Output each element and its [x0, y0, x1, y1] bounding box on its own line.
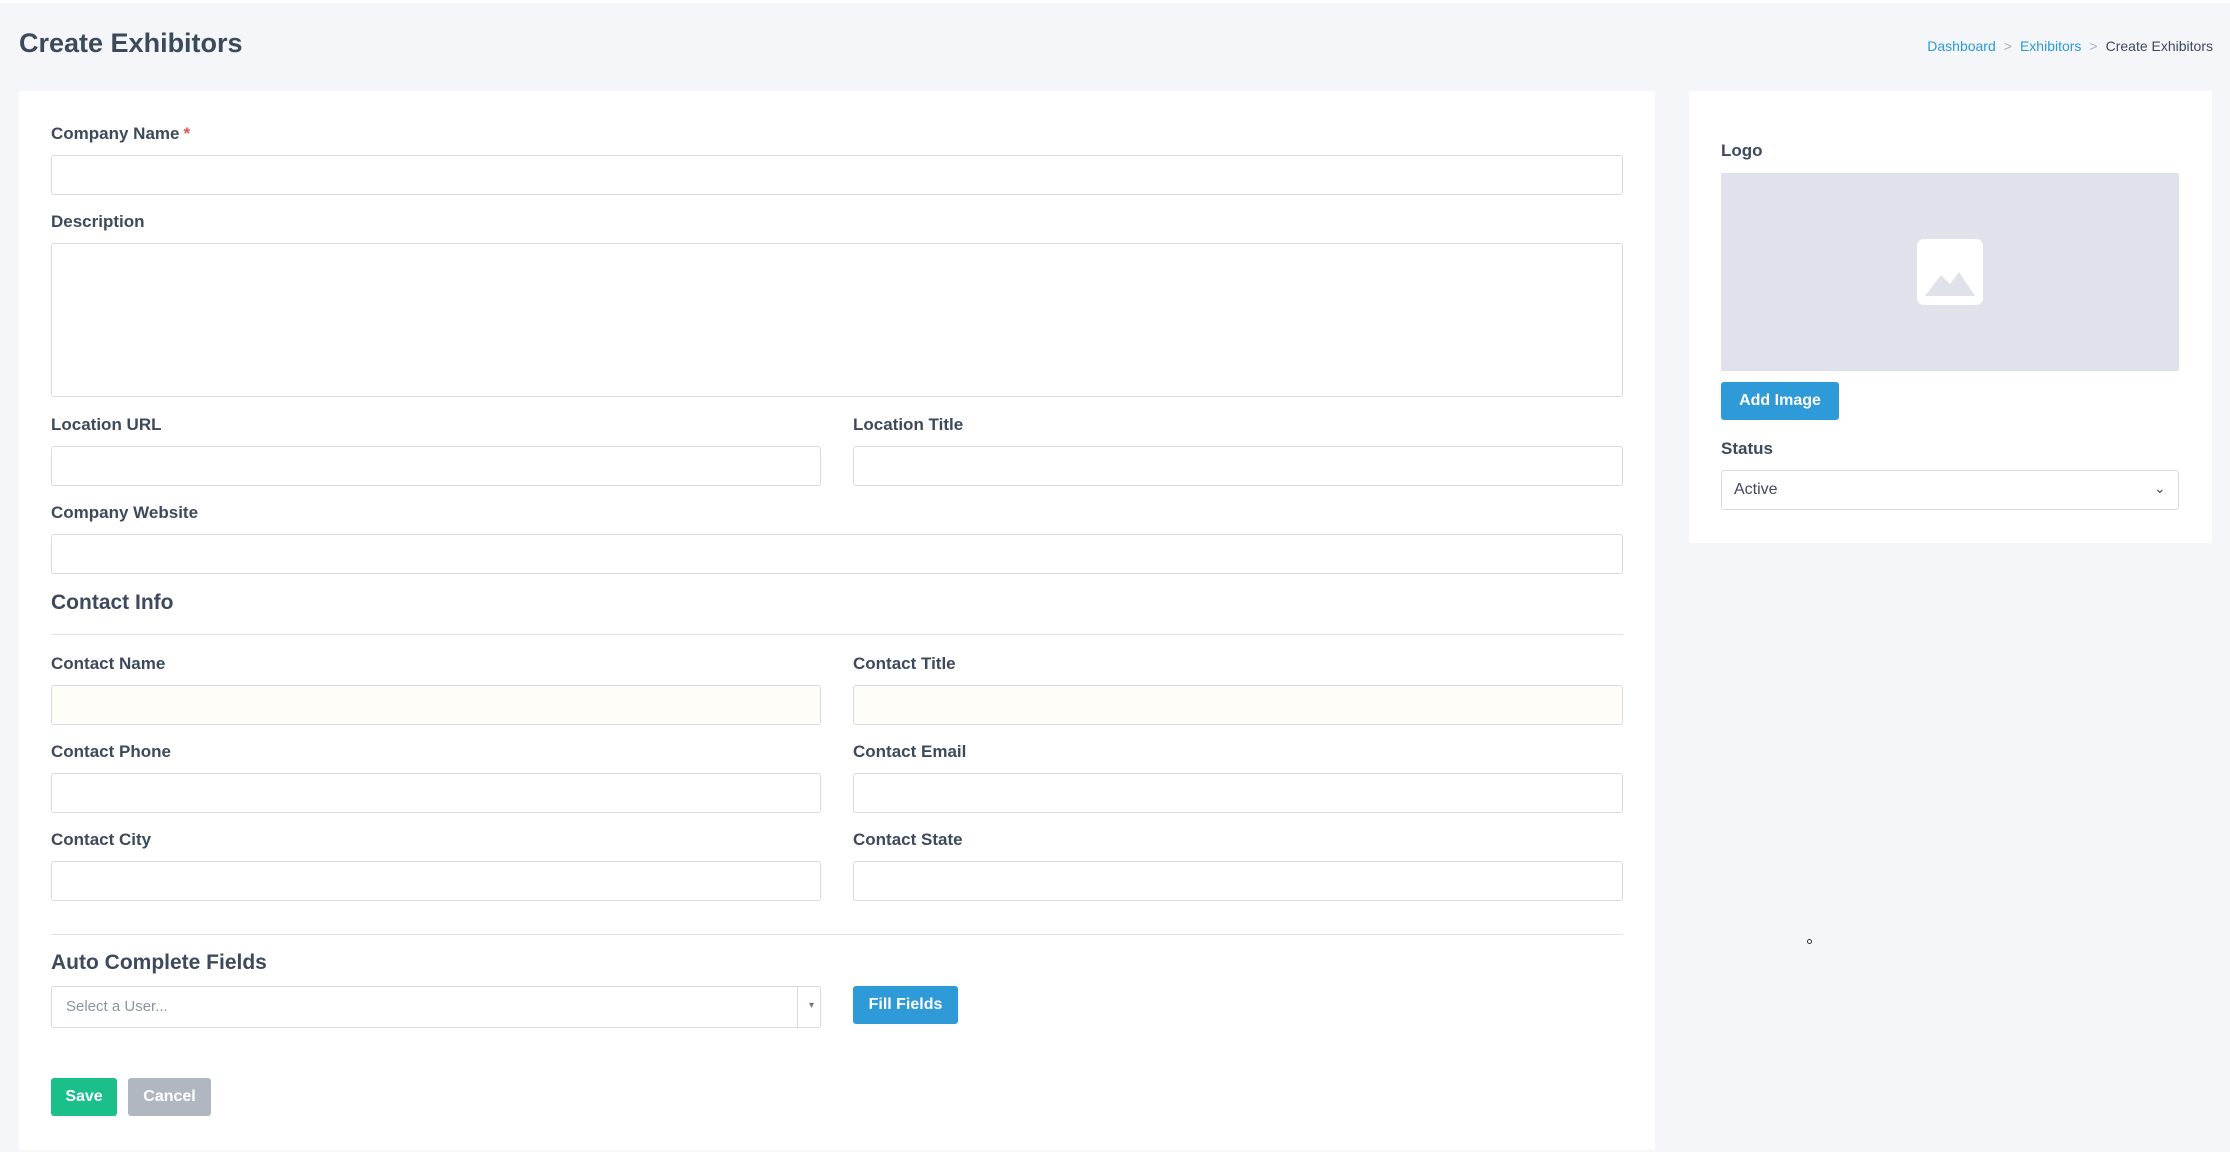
- mouse-cursor: [1807, 939, 1812, 944]
- cancel-button[interactable]: Cancel: [128, 1078, 211, 1116]
- breadcrumb-exhibitors[interactable]: Exhibitors: [2020, 38, 2081, 54]
- contact-title-label: Contact Title: [853, 654, 956, 673]
- location-title-input[interactable]: [853, 446, 1623, 486]
- autocomplete-divider: [51, 934, 1623, 935]
- contact-email-label: Contact Email: [853, 742, 967, 761]
- breadcrumb: Dashboard > Exhibitors > Create Exhibitors: [1927, 38, 2213, 54]
- company-name-input[interactable]: [51, 155, 1623, 195]
- contact-city-label: Contact City: [51, 830, 152, 849]
- breadcrumb-current: Create Exhibitors: [2105, 38, 2213, 54]
- location-url-input[interactable]: [51, 446, 821, 486]
- user-select-placeholder: Select a User...: [66, 998, 168, 1015]
- location-url-label: Location URL: [51, 415, 162, 434]
- breadcrumb-separator: >: [2003, 38, 2012, 54]
- contact-email-input[interactable]: [853, 773, 1623, 813]
- company-name-label: Company Name *: [51, 124, 190, 144]
- user-select-dropdown[interactable]: Select a User... ▾: [51, 986, 821, 1028]
- breadcrumb-dashboard[interactable]: Dashboard: [1927, 38, 1996, 54]
- chevron-down-icon[interactable]: ▾: [809, 1000, 814, 1011]
- contact-phone-label: Contact Phone: [51, 742, 171, 761]
- required-mark: *: [183, 124, 191, 143]
- location-title-label: Location Title: [853, 415, 964, 434]
- exhibitor-form-card: Company Name * Description Location URL L…: [19, 91, 1655, 1150]
- contact-state-input[interactable]: [853, 861, 1623, 901]
- status-select-value: Active: [1734, 481, 1778, 498]
- logo-label: Logo: [1721, 141, 1763, 160]
- status-select[interactable]: Active: [1721, 470, 2179, 510]
- top-edge: [0, 0, 2230, 3]
- autocomplete-heading: Auto Complete Fields: [51, 951, 267, 974]
- contact-phone-input[interactable]: [51, 773, 821, 813]
- user-select-divider: [797, 987, 798, 1027]
- description-label: Description: [51, 212, 145, 231]
- contact-name-input[interactable]: [51, 685, 821, 725]
- fill-fields-button[interactable]: Fill Fields: [853, 986, 958, 1024]
- add-image-button[interactable]: Add Image: [1721, 382, 1839, 420]
- logo-status-card: Logo Add Image Status Active ⌄: [1689, 91, 2212, 543]
- image-icon: [1917, 239, 1983, 305]
- contact-state-label: Contact State: [853, 830, 963, 849]
- company-website-label: Company Website: [51, 503, 199, 522]
- save-button[interactable]: Save: [51, 1078, 117, 1116]
- status-label: Status: [1721, 439, 1773, 458]
- contact-title-input[interactable]: [853, 685, 1623, 725]
- company-name-label-text: Company Name: [51, 124, 180, 143]
- contact-info-heading: Contact Info: [51, 591, 174, 614]
- breadcrumb-separator: >: [2089, 38, 2098, 54]
- contact-city-input[interactable]: [51, 861, 821, 901]
- page-title: Create Exhibitors: [19, 28, 243, 58]
- description-textarea[interactable]: [51, 243, 1623, 397]
- contact-name-label: Contact Name: [51, 654, 166, 673]
- company-website-input[interactable]: [51, 534, 1623, 574]
- contact-info-divider: [51, 634, 1623, 635]
- logo-preview[interactable]: [1721, 173, 2179, 371]
